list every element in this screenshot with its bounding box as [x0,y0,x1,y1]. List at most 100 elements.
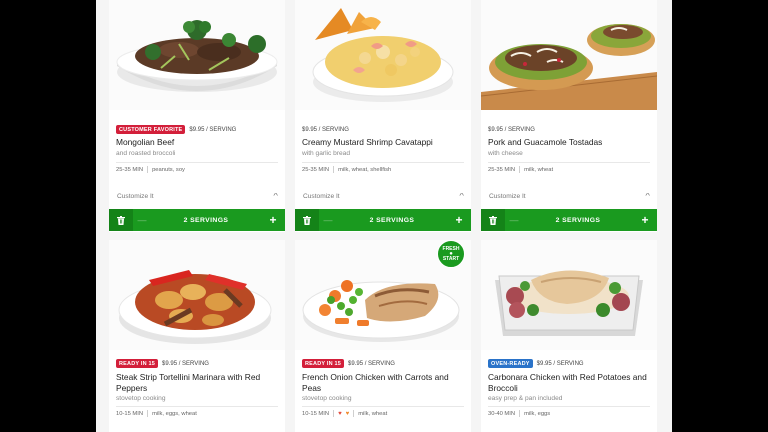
heart-healthy-icon: ♥ [338,410,342,417]
divider [302,162,464,163]
cook-time: 25-35 MIN [488,166,516,173]
cook-time: 30-40 MIN [488,410,516,417]
divider [116,406,278,407]
meal-card[interactable]: OVEN-READY $9.95 / SERVING Carbonara Chi… [481,240,657,432]
meal-title[interactable]: Carbonara Chicken with Red Potatoes and … [488,372,653,393]
chevron-up-icon: ^ [273,192,278,200]
chevron-up-icon: ^ [459,192,464,200]
trash-icon [489,215,497,225]
servings-count: 2 SERVINGS [555,216,601,224]
allergens: milk, wheat [524,166,554,173]
separator [147,410,149,417]
meal-card[interactable]: CUSTOMER FAVORITE $9.95 / SERVING Mongol… [109,0,285,232]
oven-ready-badge: OVEN-READY [488,359,533,368]
plus-button[interactable]: + [261,209,285,231]
meal-subtitle: with cheese [488,150,523,157]
shrimp-cavatappi-photo [295,0,471,110]
servings-control: — 2 SERVINGS + [295,209,471,231]
meal-info: 10-15 MIN milk, eggs, wheat [116,410,197,417]
trash-icon [303,215,311,225]
meal-card[interactable]: FRESH ● START READY IN 15 $9.95 / SERVIN… [295,240,471,432]
meal-photo[interactable] [295,0,471,110]
customize-toggle[interactable]: Customize It ^ [481,188,657,204]
meal-subtitle: stovetop cooking [302,395,352,402]
meal-photo[interactable] [109,240,285,350]
meal-title[interactable]: Creamy Mustard Shrimp Cavatappi [302,137,467,148]
plus-button[interactable]: + [447,209,471,231]
allergens: milk, eggs, wheat [152,410,197,417]
price-per-serving: $9.95 / SERVING [536,360,584,367]
tostadas-photo [481,0,657,110]
minus-button[interactable]: — [505,209,523,231]
customize-label: Customize It [489,192,526,200]
price-per-serving: $9.95 / SERVING [348,360,395,367]
allergens: milk, wheat, shellfish [338,166,392,173]
meal-card[interactable]: $9.95 / SERVING Creamy Mustard Shrimp Ca… [295,0,471,232]
trash-button[interactable] [295,209,319,231]
minus-button[interactable]: — [319,209,337,231]
tortellini-photo [109,240,285,350]
meal-subtitle: and roasted broccoli [116,150,176,157]
cook-time: 10-15 MIN [116,410,144,417]
separator [147,166,149,173]
meal-photo[interactable] [481,240,657,350]
mongolian-beef-photo [109,0,285,110]
servings-control: — 2 SERVINGS + [481,209,657,231]
price-per-serving: $9.95 / SERVING [488,126,535,133]
meal-photo[interactable] [109,0,285,110]
divider [302,406,464,407]
minus-button[interactable]: — [133,209,151,231]
plus-button[interactable]: + [633,209,657,231]
carbonara-chicken-photo [481,240,657,350]
servings-count: 2 SERVINGS [369,216,415,224]
meal-info: 25-35 MIN milk, wheat, shellfish [302,166,391,173]
divider [116,162,278,163]
meal-title[interactable]: Pork and Guacamole Tostadas [488,137,653,148]
meal-info: 25-35 MIN peanuts, soy [116,166,185,173]
fresh-start-badge: FRESH ● START [437,240,465,268]
ready-in-15-badge: READY IN 15 [302,359,345,368]
trash-icon [117,215,125,225]
meal-subtitle: with garlic bread [302,150,351,157]
customer-favorite-badge: CUSTOMER FAVORITE [116,125,186,134]
meal-card[interactable]: READY IN 15 $9.95 / SERVING Steak Strip … [109,240,285,432]
ready-in-15-badge: READY IN 15 [116,359,159,368]
cook-time: 25-35 MIN [116,166,144,173]
meal-photo[interactable]: FRESH ● START [295,240,471,350]
chevron-up-icon: ^ [645,192,650,200]
price-per-serving: $9.95 / SERVING [189,126,237,133]
meal-title[interactable]: French Onion Chicken with Carrots and Pe… [302,372,467,393]
separator [519,410,521,417]
price-per-serving: $9.95 / SERVING [162,360,209,367]
separator [333,166,335,173]
low-calorie-icon: ♥ [345,410,350,417]
trash-button[interactable] [109,209,133,231]
servings-control: — 2 SERVINGS + [109,209,285,231]
divider [488,162,650,163]
cook-time: 25-35 MIN [302,166,330,173]
customize-toggle[interactable]: Customize It ^ [109,188,285,204]
allergens: milk, eggs [524,410,551,417]
meal-subtitle: stovetop cooking [116,395,166,402]
meal-info: 30-40 MIN milk, eggs [488,410,550,417]
meal-subtitle: easy prep & pan included [488,395,563,402]
trash-button[interactable] [481,209,505,231]
customize-label: Customize It [303,192,340,200]
meal-title[interactable]: Steak Strip Tortellini Marinara with Red… [116,372,281,393]
meal-info: 25-35 MIN milk, wheat [488,166,553,173]
separator [333,410,335,417]
customize-label: Customize It [117,192,154,200]
separator [519,166,521,173]
meal-card[interactable]: $9.95 / SERVING Pork and Guacamole Tosta… [481,0,657,232]
customize-toggle[interactable]: Customize It ^ [295,188,471,204]
allergens: milk, wheat [358,410,388,417]
separator [353,410,355,417]
cook-time: 10-15 MIN [302,410,330,417]
price-per-serving: $9.95 / SERVING [302,126,349,133]
meal-info: 10-15 MIN ♥ ♥ milk, wheat [302,410,387,417]
allergens: peanuts, soy [152,166,185,173]
servings-count: 2 SERVINGS [183,216,229,224]
meal-title[interactable]: Mongolian Beef [116,137,281,148]
meal-photo[interactable] [481,0,657,110]
meal-grid: CUSTOMER FAVORITE $9.95 / SERVING Mongol… [96,0,672,432]
